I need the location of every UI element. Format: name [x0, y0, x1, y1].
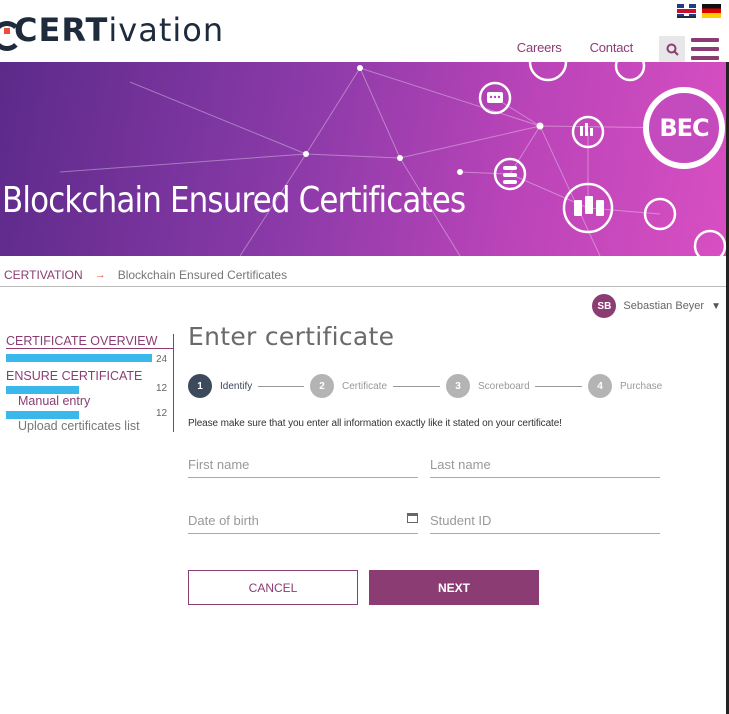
- search-icon: [666, 43, 679, 56]
- logo-text-bold: CERT: [14, 11, 109, 49]
- progress-stepper: 1 Identify 2 Certificate 3 Scoreboard 4 …: [188, 374, 668, 400]
- form-hint: Please make sure that you enter all info…: [188, 418, 562, 429]
- site-header: CERTivation Careers Contact: [0, 0, 729, 62]
- page-title: Enter certificate: [188, 322, 395, 351]
- uk-flag-icon[interactable]: [677, 4, 696, 18]
- user-menu[interactable]: SB Sebastian Beyer ▼: [592, 294, 721, 318]
- sidebar-item-certificate-overview[interactable]: CERTIFICATE OVERVIEW: [6, 334, 157, 348]
- last-name-field: [430, 452, 660, 478]
- sidebar: CERTIFICATE OVERVIEW 24 ENSURE CERTIFICA…: [6, 334, 174, 433]
- breadcrumb-root-link[interactable]: CERTIVATION: [4, 268, 83, 282]
- step-connector: [535, 386, 582, 387]
- breadcrumb-divider: [0, 286, 729, 287]
- logo-text-light: ivation: [108, 11, 225, 49]
- step-connector: [258, 386, 304, 387]
- step-number: 3: [446, 374, 470, 398]
- hamburger-menu-icon[interactable]: [691, 38, 719, 60]
- logo-mark-icon: [0, 15, 22, 51]
- language-switcher: [677, 4, 721, 18]
- german-flag-icon[interactable]: [702, 4, 721, 18]
- student-id-field: [430, 508, 660, 534]
- step-number: 1: [188, 374, 212, 398]
- hero-title: Blockchain Ensured Certificates: [2, 180, 466, 221]
- step-label: Scoreboard: [478, 380, 530, 392]
- step-label: Certificate: [342, 380, 388, 392]
- blockchain-network-graphic: [59, 62, 727, 256]
- top-navigation: Careers Contact: [517, 40, 633, 55]
- last-name-input[interactable]: [430, 452, 660, 476]
- first-name-input[interactable]: [188, 452, 418, 476]
- step-number: 4: [588, 374, 612, 398]
- sidebar-progress-bar-manual: [6, 411, 79, 419]
- next-button[interactable]: NEXT: [369, 570, 539, 605]
- first-name-field: [188, 452, 418, 478]
- bec-badge: BEC: [659, 114, 709, 142]
- step-label: Purchase: [620, 380, 663, 392]
- step-number: 2: [310, 374, 334, 398]
- sidebar-count-ensure: 12: [156, 383, 168, 394]
- avatar: SB: [592, 294, 617, 318]
- sidebar-item-ensure-certificate[interactable]: ENSURE CERTIFICATE: [6, 369, 142, 383]
- sidebar-item-manual-entry[interactable]: Manual entry: [18, 394, 90, 408]
- step-connector: [393, 386, 440, 387]
- sidebar-count-manual: 12: [156, 408, 168, 419]
- sidebar-item-upload-list[interactable]: Upload certificates list: [18, 419, 140, 433]
- step-identify[interactable]: 1 Identify: [188, 374, 252, 398]
- sidebar-underline: [6, 348, 174, 349]
- sidebar-progress-bar-overview: [6, 354, 152, 362]
- sidebar-progress-bar-ensure: [6, 386, 79, 394]
- user-name: Sebastian Beyer: [623, 300, 705, 312]
- step-label: Identify: [220, 380, 253, 392]
- student-id-input[interactable]: [430, 508, 660, 532]
- breadcrumb-arrow-icon: →: [94, 269, 106, 281]
- certivation-logo[interactable]: CERTivation: [0, 10, 225, 51]
- sidebar-count-overview: 24: [156, 354, 168, 365]
- date-of-birth-input[interactable]: [188, 508, 418, 532]
- hero-banner: BEC Blockchain Ensured Certificates: [0, 62, 729, 256]
- cancel-button[interactable]: CANCEL: [188, 570, 358, 605]
- breadcrumb-current: Blockchain Ensured Certificates: [117, 268, 288, 282]
- step-scoreboard[interactable]: 3 Scoreboard: [446, 374, 530, 398]
- date-of-birth-field: [188, 508, 418, 534]
- nav-contact-link[interactable]: Contact: [590, 40, 634, 55]
- search-button[interactable]: [659, 36, 685, 62]
- calendar-icon[interactable]: [407, 513, 418, 523]
- nav-careers-link[interactable]: Careers: [517, 40, 562, 55]
- step-purchase[interactable]: 4 Purchase: [588, 374, 662, 398]
- breadcrumb: CERTIVATION → Blockchain Ensured Certifi…: [4, 268, 287, 282]
- step-certificate[interactable]: 2 Certificate: [310, 374, 387, 398]
- caret-down-icon: ▼: [711, 300, 721, 312]
